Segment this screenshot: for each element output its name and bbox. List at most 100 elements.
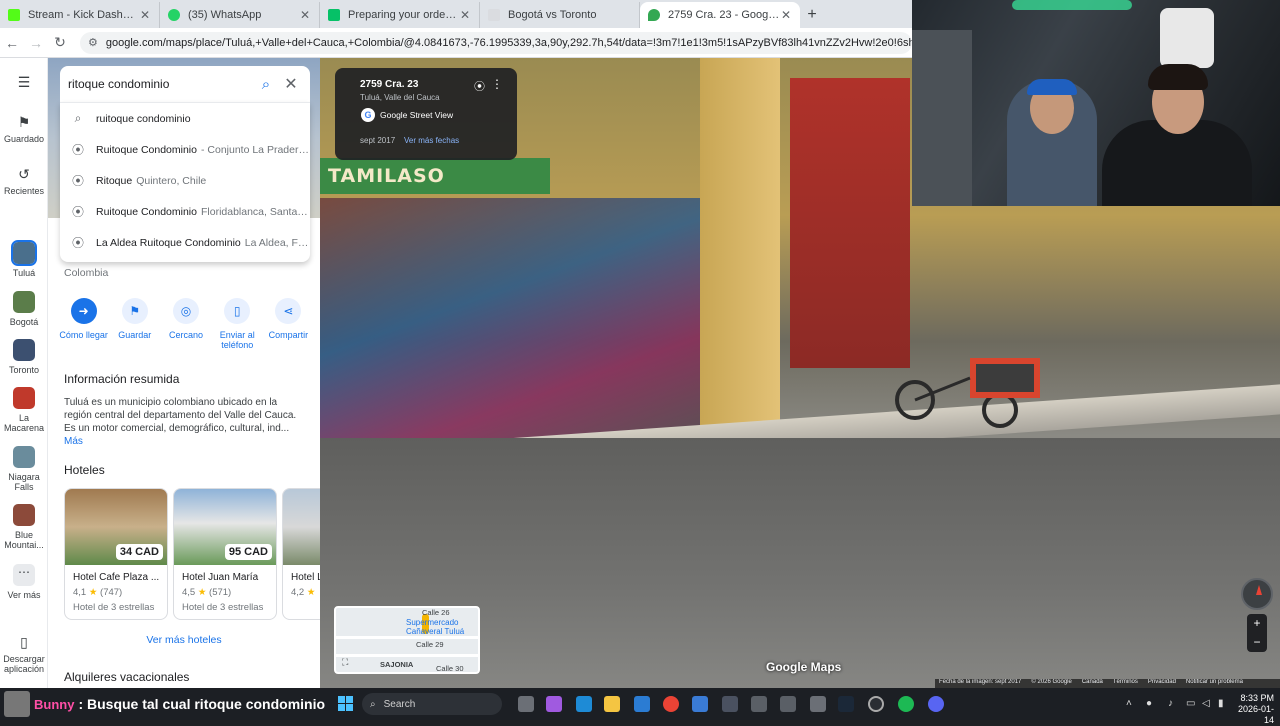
tab-label: (35) WhatsApp — [188, 9, 262, 21]
more-options-icon[interactable]: ⋮ — [491, 77, 503, 91]
hotel-price: 34 CAD — [115, 544, 163, 560]
chevron-up-icon[interactable]: ˄ — [1126, 698, 1132, 709]
hotel-card[interactable]: 95 CAD Hotel Juan María 4,5 ★ (571) Hote… — [173, 488, 277, 620]
more-dates-link[interactable]: Ver más fechas — [404, 136, 459, 145]
map-area-label: SAJONIA — [380, 660, 414, 669]
tab-label: Stream - Kick Dashboard — [28, 9, 139, 21]
new-tab-button[interactable]: + — [800, 2, 824, 28]
save-button[interactable]: ⚑ Guardar — [109, 298, 160, 350]
file-explorer-icon[interactable] — [604, 696, 620, 712]
share-icon: ⋖ — [275, 298, 302, 324]
rail-label: Recientes — [3, 186, 45, 196]
tab-bogota-toronto[interactable]: Bogotá vs Toronto — [480, 2, 640, 28]
suggestion-item[interactable]: ⦿ Ruitoque Condominio Floridablanca, San… — [60, 196, 310, 227]
rail-label: Tuluá — [12, 268, 36, 278]
close-tab-icon[interactable]: ✕ — [780, 8, 792, 22]
place-thumbnail — [13, 504, 35, 526]
rail-item-saved[interactable]: ⚑ Guardado — [0, 114, 48, 144]
more-icon: ⋯ — [13, 564, 35, 586]
copilot-icon[interactable] — [546, 696, 562, 712]
rail-item-la-macarena[interactable]: La Macarena — [0, 387, 48, 433]
suggestion-item[interactable]: ⦿ La Aldea Ruitoque Condominio La Aldea,… — [60, 227, 310, 258]
share-button[interactable]: ⋖ Compartir — [263, 298, 314, 350]
rail-item-recent[interactable]: ↺ Recientes — [0, 166, 48, 196]
store-icon[interactable] — [692, 696, 708, 712]
task-view-icon[interactable] — [518, 696, 534, 712]
tab-google-maps[interactable]: 2759 Cra. 23 - Google Maps ✕ — [640, 2, 800, 28]
hotel-image: 34 CAD — [65, 489, 167, 565]
send-to-phone-button[interactable]: ▯ Enviar al teléfono — [212, 298, 263, 350]
zoom-out-button[interactable]: − — [1247, 633, 1267, 652]
suggestion-item[interactable]: ⦿ Ruitoque Condominio - Conjunto La Prad… — [60, 134, 310, 165]
close-icon[interactable]: ✕ — [280, 74, 302, 94]
volume-icon[interactable]: ◁ — [1202, 698, 1210, 709]
windows-start-icon[interactable] — [338, 696, 354, 712]
suggestion-item[interactable]: ⦿ Ritoque Quintero, Chile — [60, 165, 310, 196]
rail-item-tulua[interactable]: Tuluá — [0, 240, 48, 278]
taskbar-search[interactable]: ⌕ Search — [362, 693, 502, 715]
search-input[interactable] — [68, 77, 252, 91]
steam-icon[interactable] — [838, 696, 854, 712]
mini-map[interactable]: Supermercado Cañaveral Tuluá SAJONIA Cal… — [334, 606, 480, 674]
bookmark-icon: ⚑ — [121, 298, 148, 324]
forward-icon[interactable]: → — [24, 35, 48, 51]
chat-avatar — [4, 691, 30, 717]
stream-chat-overlay: Bunny : Busque tal cual ritoque condomin… — [0, 690, 340, 718]
map-road — [336, 636, 478, 639]
shop-red-wall — [790, 78, 910, 368]
place-actions: ➜ Cómo llegar ⚑ Guardar ◎ Cercano ▯ Envi… — [58, 298, 314, 350]
suggestion-item[interactable]: ⌕ ruitoque condominio — [60, 103, 310, 134]
zoom-in-button[interactable]: + — [1247, 614, 1267, 633]
rail-item-toronto[interactable]: Toronto — [0, 339, 48, 375]
pin-icon: ⦿ — [71, 143, 84, 157]
app-icon[interactable] — [722, 696, 738, 712]
close-tab-icon[interactable]: ✕ — [299, 8, 311, 22]
directions-button[interactable]: ➜ Cómo llegar — [58, 298, 109, 350]
maps-left-rail: ☰ ⚑ Guardado ↺ Recientes Tuluá Bogotá To… — [0, 58, 48, 688]
chrome-icon[interactable] — [663, 696, 679, 712]
site-info-icon[interactable]: ⚙ — [88, 36, 98, 49]
rail-item-more[interactable]: ⋯ Ver más — [0, 564, 48, 600]
outlook-icon[interactable] — [634, 696, 650, 712]
address-bar: ← → ↻ ⚙ google.com/maps/place/Tuluá,+Val… — [0, 28, 912, 58]
battery-icon[interactable]: ▮ — [1218, 698, 1224, 709]
more-link[interactable]: Más — [64, 436, 83, 447]
notepad-icon[interactable] — [810, 696, 826, 712]
hotel-price: 95 CAD — [224, 544, 272, 560]
capcut-icon[interactable] — [780, 696, 796, 712]
reload-icon[interactable]: ↻ — [48, 34, 72, 51]
close-tab-icon[interactable]: ✕ — [139, 8, 151, 22]
bookmark-icon: ⚑ — [17, 114, 31, 130]
map-poi-label: Supermercado Cañaveral Tuluá — [406, 618, 465, 636]
network-icon[interactable]: ▭ — [1186, 698, 1195, 709]
spotify-icon[interactable] — [898, 696, 914, 712]
rail-item-blue-mountain[interactable]: Blue Mountai... — [0, 504, 48, 550]
pin-icon[interactable]: ⦿ — [474, 78, 485, 94]
menu-icon[interactable]: ☰ — [0, 74, 48, 94]
app-tray-icon[interactable]: ● — [1146, 698, 1152, 709]
rail-label: La Macarena — [3, 413, 45, 433]
rail-item-niagara[interactable]: Niagara Falls — [0, 446, 48, 492]
mic-icon[interactable]: ♪ — [1168, 698, 1173, 709]
discord-icon[interactable] — [928, 696, 944, 712]
rail-item-download-app[interactable]: ▯ Descargar aplicación — [0, 634, 48, 674]
compass-icon[interactable] — [1241, 578, 1273, 610]
back-icon[interactable]: ← — [0, 35, 24, 51]
rail-item-bogota[interactable]: Bogotá — [0, 291, 48, 327]
obs-icon[interactable] — [868, 696, 884, 712]
tab-uber-eats[interactable]: Preparing your order... | Uber E ✕ — [320, 2, 480, 28]
hotel-card[interactable]: 34 CAD Hotel Cafe Plaza ... 4,1 ★ (747) … — [64, 488, 168, 620]
tab-whatsapp[interactable]: (35) WhatsApp ✕ — [160, 2, 320, 28]
summary-title: Información resumida — [64, 372, 180, 386]
search-icon[interactable]: ⌕ — [252, 76, 280, 93]
expand-icon[interactable]: ⛶ — [342, 657, 348, 668]
tab-kick[interactable]: Stream - Kick Dashboard ✕ — [0, 2, 160, 28]
close-tab-icon[interactable]: ✕ — [459, 8, 471, 22]
hotel-card[interactable]: Hotel L 4,2 ★ — [282, 488, 320, 620]
more-hotels-link[interactable]: Ver más hoteles — [48, 634, 320, 646]
edge-icon[interactable] — [576, 696, 592, 712]
nearby-button[interactable]: ◎ Cercano — [160, 298, 211, 350]
url-field[interactable]: ⚙ google.com/maps/place/Tuluá,+Valle+del… — [80, 31, 912, 54]
app-icon[interactable] — [751, 696, 767, 712]
clock[interactable]: 8:33 PM 2026-01-14 — [1230, 693, 1274, 726]
